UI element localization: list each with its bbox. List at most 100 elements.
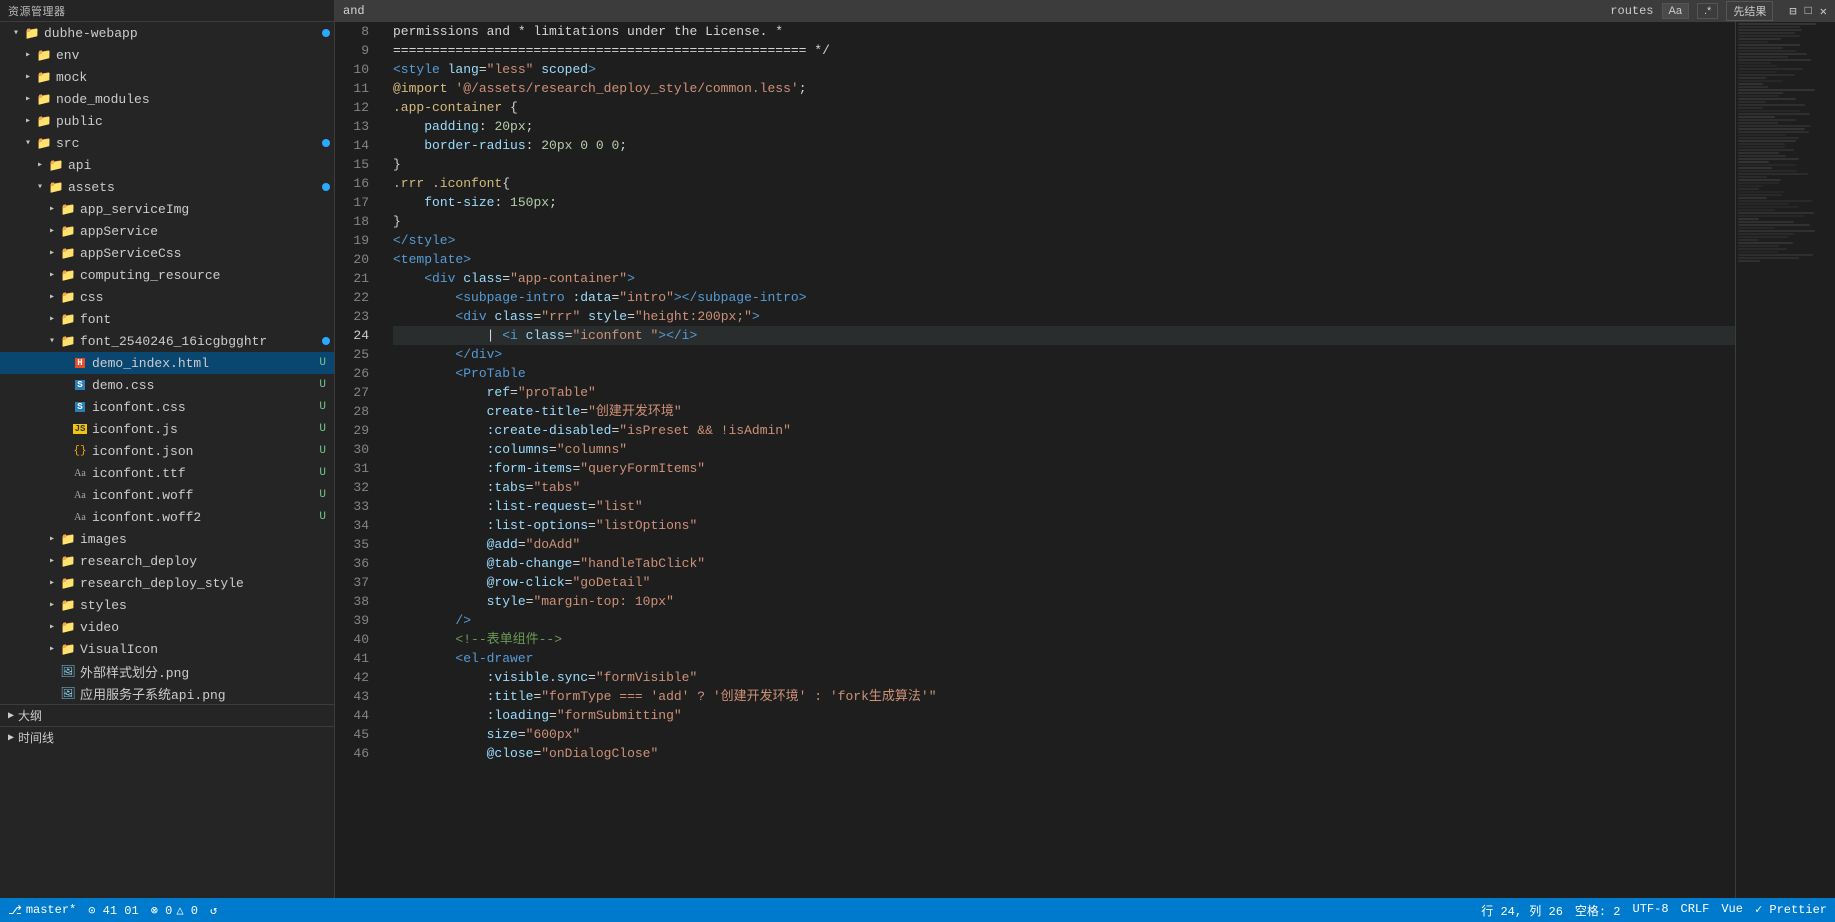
minimap-line: [1738, 248, 1787, 250]
errors-item[interactable]: ⊗ 0 △ 0: [151, 903, 198, 918]
tree-item-yingyong_api[interactable]: 🖼应用服务子系统api.png: [0, 682, 334, 704]
close-panel-icon[interactable]: ⊟: [1789, 4, 1796, 19]
tree-item-research_deploy_style[interactable]: ▸📁research_deploy_style: [0, 572, 334, 594]
tree-item-app_serviceImg[interactable]: ▸📁app_serviceImg: [0, 198, 334, 220]
code-line: }: [393, 155, 1735, 174]
code-editor[interactable]: permissions and * limitations under the …: [385, 22, 1735, 898]
tree-item-node_modules[interactable]: ▸📁node_modules: [0, 88, 334, 110]
tree-item-assets[interactable]: ▾📁assets: [0, 176, 334, 198]
regex-button[interactable]: .*: [1697, 3, 1718, 19]
tree-item-images[interactable]: ▸📁images: [0, 528, 334, 550]
tree-item-mock[interactable]: ▸📁mock: [0, 66, 334, 88]
minimap-line: [1738, 137, 1799, 139]
token: <i: [502, 328, 518, 343]
tree-file-icon: 📁: [48, 179, 64, 195]
minimap-line: [1738, 125, 1811, 127]
minimap-line: [1738, 116, 1775, 118]
minimap-line: [1738, 47, 1783, 49]
code-line: <style lang="less" scoped>: [393, 60, 1735, 79]
minimap-line: [1738, 188, 1759, 190]
tree-item-css[interactable]: ▸📁 css: [0, 286, 334, 308]
token: =: [588, 518, 596, 533]
tree-item-public[interactable]: ▸📁public: [0, 110, 334, 132]
tree-arrow: ▸: [44, 553, 60, 569]
close-icon[interactable]: ✕: [1820, 4, 1827, 19]
tree-item-iconfont.woff2[interactable]: Aaiconfont.woff2U: [0, 506, 334, 528]
tree-item-iconfont.ttf[interactable]: Aaiconfont.ttfU: [0, 462, 334, 484]
tree-item-env[interactable]: ▸📁env: [0, 44, 334, 66]
tree-item-research_deploy[interactable]: ▸📁research_deploy: [0, 550, 334, 572]
tree-item-waibu_img[interactable]: 🖼外部样式划分.png: [0, 660, 334, 682]
token: {: [502, 176, 510, 191]
minimap-line: [1738, 260, 1760, 262]
filename-label: routes: [1610, 4, 1653, 18]
tree-item-font[interactable]: ▸📁font: [0, 308, 334, 330]
tree-item-computing_resource[interactable]: ▸📁computing_resource: [0, 264, 334, 286]
tree-item-label: demo.css: [92, 378, 319, 393]
file-status: U: [319, 357, 330, 369]
tree-item-iconfont.json[interactable]: {}iconfont.jsonU: [0, 440, 334, 462]
status-bar: ⎇ master* ⊙ 41 01 ⊗ 0 △ 0 ↺ 行 24, 列 26 空…: [0, 898, 1835, 922]
minimap-line: [1738, 203, 1789, 205]
token: >: [752, 309, 760, 324]
case-sensitive-button[interactable]: Aa: [1662, 3, 1689, 19]
minimap-line: [1738, 71, 1776, 73]
maximize-icon[interactable]: □: [1805, 4, 1812, 18]
file-status: U: [319, 489, 330, 501]
tree-badge: [322, 183, 330, 191]
tree-item-label: css: [80, 290, 330, 305]
line-number: 24: [335, 326, 377, 345]
tree-file-icon: 📁: [60, 289, 76, 305]
token: ;: [526, 119, 534, 134]
tree-item-iconfont.woff[interactable]: Aaiconfont.woffU: [0, 484, 334, 506]
tree-item-styles[interactable]: ▸📁styles: [0, 594, 334, 616]
branch-item[interactable]: ⎇ master*: [8, 903, 76, 918]
token: =: [549, 708, 557, 723]
line-number: 18: [335, 212, 377, 231]
editor-area: and routes Aa .* 先结果 ⊟ □ ✕ 8910111213141…: [335, 0, 1835, 898]
line-number: 20: [335, 250, 377, 269]
line-number: 16: [335, 174, 377, 193]
token: ></subpage-intro>: [674, 290, 807, 305]
tree-item-demo.css[interactable]: Sdemo.cssU: [0, 374, 334, 396]
sync-item[interactable]: ↺: [210, 903, 217, 918]
line-number: 28: [335, 402, 377, 421]
tree-arrow: ▸: [44, 289, 60, 305]
token: }: [393, 214, 401, 229]
minimap-line: [1738, 110, 1800, 112]
line-col-label[interactable]: 行 24, 列 26: [1481, 902, 1563, 919]
tree-item-dubhe-webapp[interactable]: ▾📁dubhe-webapp: [0, 22, 334, 44]
encoding-label[interactable]: UTF-8: [1633, 902, 1669, 919]
minimap-line: [1738, 32, 1795, 34]
minimap-line: [1738, 218, 1759, 220]
formatter-label[interactable]: ✓ Prettier: [1755, 902, 1827, 919]
top-bar-right: routes Aa .* 先结果 ⊟ □ ✕: [1610, 1, 1827, 21]
minimap-line: [1738, 176, 1767, 178]
spaces-label[interactable]: 空格: 2: [1575, 902, 1621, 919]
tree-item-appServiceCss[interactable]: ▸📁appServiceCss: [0, 242, 334, 264]
tree-item-src[interactable]: ▾📁src: [0, 132, 334, 154]
minimap-line: [1738, 92, 1783, 94]
timeline-section[interactable]: ▶ 时间线: [0, 726, 334, 748]
tree-item-appService[interactable]: ▸📁appService: [0, 220, 334, 242]
tree-item-api[interactable]: ▸📁api: [0, 154, 334, 176]
outline-section[interactable]: ▶ 大纲: [0, 704, 334, 726]
token: =: [510, 385, 518, 400]
tree-item-iconfont.css[interactable]: Siconfont.cssU: [0, 396, 334, 418]
line-ending-label[interactable]: CRLF: [1681, 902, 1710, 919]
line-number: 15: [335, 155, 377, 174]
tree-item-video[interactable]: ▸📁video: [0, 616, 334, 638]
token: :: [479, 119, 495, 134]
tree-item-VisualIcon[interactable]: ▸📁VisualIcon: [0, 638, 334, 660]
tree-arrow: ▾: [20, 135, 36, 151]
token: @row-click: [487, 575, 565, 590]
tree-item-label: iconfont.woff: [92, 488, 319, 503]
tree-item-iconfont.js[interactable]: JSiconfont.jsU: [0, 418, 334, 440]
tree-arrow: ▾: [44, 333, 60, 349]
minimap-line: [1738, 230, 1815, 232]
token: [393, 290, 455, 305]
tree-item-font_2540246_16icgbgghtr[interactable]: ▾📁font_2540246_16icgbgghtr: [0, 330, 334, 352]
language-label[interactable]: Vue: [1721, 902, 1743, 919]
tree-item-demo_index.html[interactable]: Hdemo_index.htmlU: [0, 352, 334, 374]
results-button[interactable]: 先结果: [1726, 1, 1773, 21]
